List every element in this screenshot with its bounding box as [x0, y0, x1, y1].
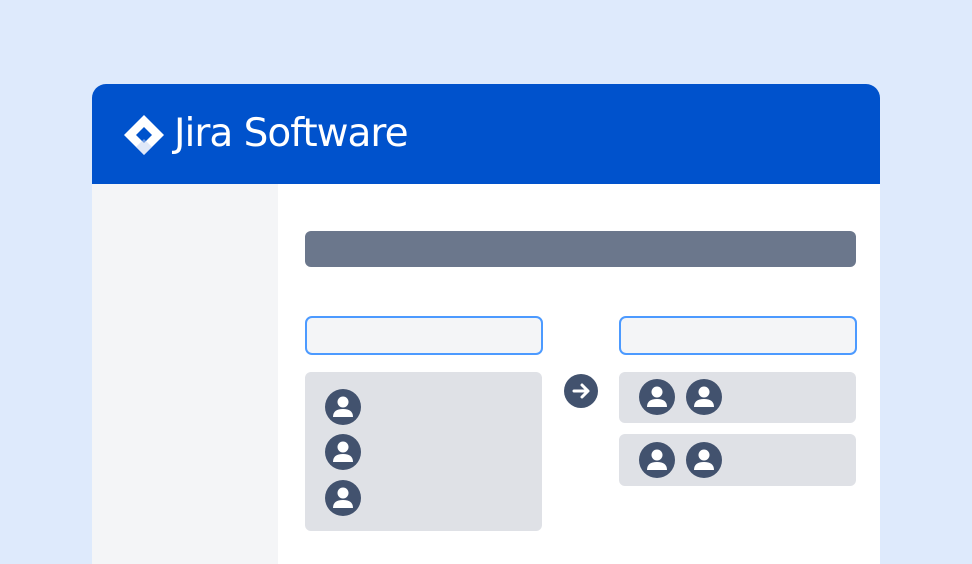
app-window: Jira Software	[92, 84, 880, 564]
app-header: Jira Software	[92, 84, 880, 184]
page-title-placeholder	[305, 231, 856, 267]
person-icon	[325, 434, 361, 470]
arrow-right-circle-icon[interactable]	[564, 374, 598, 408]
target-group-members-2	[619, 434, 856, 486]
target-group-members-1	[619, 372, 856, 423]
person-icon	[639, 442, 675, 478]
person-icon	[325, 389, 361, 425]
sidebar	[92, 184, 278, 564]
app-title: Jira Software	[174, 111, 409, 156]
person-icon	[686, 442, 722, 478]
source-group-members	[305, 372, 542, 531]
person-icon	[325, 480, 361, 516]
person-icon	[686, 379, 722, 415]
source-group-field[interactable]	[305, 316, 543, 355]
person-icon	[639, 379, 675, 415]
jira-logo-icon	[124, 115, 164, 155]
target-group-field[interactable]	[619, 316, 857, 355]
